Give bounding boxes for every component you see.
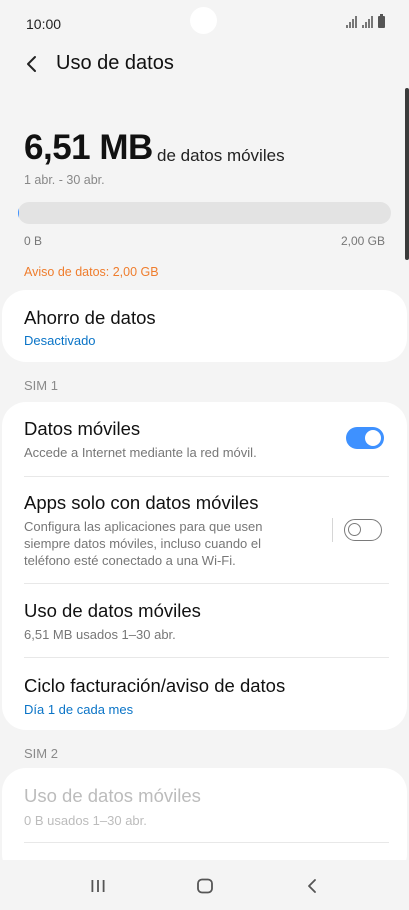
mobile-data-item[interactable]: Datos móviles Accede a Internet mediante… (2, 402, 407, 476)
status-icons (346, 14, 385, 28)
usage-bar-min-label: 0 B (24, 234, 43, 248)
mobile-data-usage-subtitle: 6,51 MB usados 1–30 abr. (24, 627, 176, 642)
home-icon (197, 878, 213, 894)
status-time: 10:00 (26, 16, 62, 32)
battery-icon (378, 14, 385, 28)
usage-unit: de datos móviles (157, 146, 285, 165)
billing-cycle-item[interactable]: Ciclo facturación/aviso de datos Día 1 d… (2, 658, 407, 730)
billing-cycle-subtitle: Día 1 de cada mes (24, 702, 134, 717)
back-button[interactable] (18, 50, 46, 78)
usage-period: 1 abr. - 30 abr. (24, 173, 105, 187)
mobile-only-apps-toggle[interactable] (344, 519, 382, 541)
page-title: Uso de datos (56, 52, 174, 74)
mobile-only-apps-subtitle-1: Configura las aplicaciones para que usen (24, 519, 263, 534)
app-header: Uso de datos (0, 46, 409, 82)
vertical-separator (332, 518, 333, 542)
data-saver-status: Desactivado (24, 333, 96, 348)
status-bar: 10:00 (0, 0, 409, 46)
divider (24, 842, 389, 843)
sim1-card: Datos móviles Accede a Internet mediante… (2, 402, 407, 730)
sim2-section-label: SIM 2 (24, 746, 58, 761)
usage-amount: 6,51 MB (24, 128, 153, 167)
signal-sim1-icon (346, 16, 357, 28)
scrollbar-thumb[interactable] (405, 88, 409, 260)
usage-progress-fill (18, 202, 20, 224)
back-arrow-icon (27, 56, 36, 72)
mobile-only-apps-subtitle-2: siempre datos móviles, incluso cuando el (24, 536, 262, 551)
billing-cycle-title: Ciclo facturación/aviso de datos (24, 675, 286, 696)
sim2-mobile-data-usage-item: Uso de datos móviles 0 B usados 1–30 abr… (2, 768, 407, 842)
data-saver-card[interactable]: Ahorro de datos Desactivado (2, 290, 407, 362)
recent-apps-button[interactable] (78, 873, 118, 899)
mobile-data-toggle[interactable] (346, 427, 384, 449)
navigation-bar (0, 860, 409, 910)
data-saver-title: Ahorro de datos (24, 307, 156, 328)
mobile-only-apps-item[interactable]: Apps solo con datos móviles Configura la… (2, 477, 407, 584)
recent-apps-icon (91, 880, 105, 892)
nav-back-button[interactable] (292, 873, 332, 899)
toggle-knob (365, 430, 381, 446)
mobile-data-usage-title: Uso de datos móviles (24, 600, 201, 621)
mobile-data-title: Datos móviles (24, 418, 141, 439)
sim2-mobile-data-usage-title: Uso de datos móviles (24, 785, 201, 806)
usage-progress-bar (18, 202, 391, 224)
mobile-only-apps-title: Apps solo con datos móviles (24, 492, 259, 513)
data-warning-link[interactable]: Aviso de datos: 2,00 GB (24, 265, 159, 279)
nav-back-icon (308, 879, 316, 893)
usage-bar-max-label: 2,00 GB (340, 234, 385, 248)
signal-sim2-icon (362, 16, 373, 28)
home-button[interactable] (185, 873, 225, 899)
camera-cutout (190, 7, 217, 34)
mobile-data-subtitle: Accede a Internet mediante la red móvil. (24, 445, 257, 460)
sim2-mobile-data-usage-subtitle: 0 B usados 1–30 abr. (24, 813, 147, 828)
toggle-knob (348, 523, 361, 536)
sim1-section-label: SIM 1 (24, 378, 58, 393)
mobile-only-apps-subtitle-3: teléfono esté conectado a una Wi-Fi. (24, 553, 236, 568)
mobile-data-usage-item[interactable]: Uso de datos móviles 6,51 MB usados 1–30… (2, 584, 407, 658)
